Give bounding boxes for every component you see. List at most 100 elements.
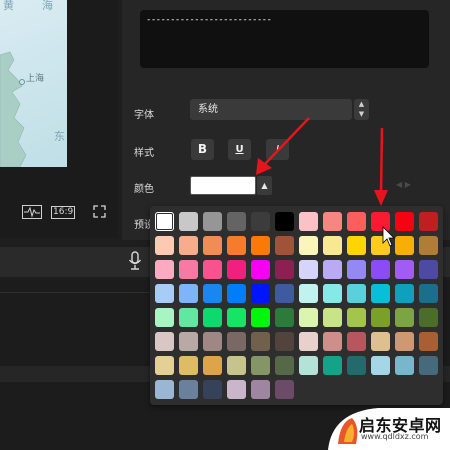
color-swatch[interactable] <box>227 380 246 399</box>
color-swatch[interactable] <box>395 212 414 231</box>
color-swatch[interactable] <box>419 284 438 303</box>
color-swatch[interactable] <box>371 308 390 327</box>
color-swatch[interactable] <box>203 212 222 231</box>
color-swatch[interactable] <box>155 260 174 279</box>
color-swatch[interactable] <box>395 308 414 327</box>
color-swatch[interactable] <box>179 380 198 399</box>
color-swatch[interactable] <box>179 260 198 279</box>
color-swatch[interactable] <box>299 284 318 303</box>
color-swatch[interactable] <box>323 332 342 351</box>
color-swatch[interactable] <box>395 260 414 279</box>
color-swatch[interactable] <box>179 236 198 255</box>
color-swatch[interactable] <box>395 284 414 303</box>
color-swatch[interactable] <box>419 308 438 327</box>
color-swatch[interactable] <box>395 356 414 375</box>
color-swatch[interactable] <box>347 308 366 327</box>
color-swatch[interactable] <box>347 236 366 255</box>
color-swatch[interactable] <box>275 308 294 327</box>
color-swatch[interactable] <box>347 212 366 231</box>
color-swatch[interactable] <box>347 260 366 279</box>
color-swatch[interactable] <box>179 332 198 351</box>
color-swatch[interactable] <box>275 212 294 231</box>
color-swatch[interactable] <box>275 260 294 279</box>
color-swatch[interactable] <box>155 332 174 351</box>
color-swatch[interactable] <box>203 308 222 327</box>
color-swatch[interactable] <box>347 356 366 375</box>
color-swatch[interactable] <box>203 380 222 399</box>
color-swatch[interactable] <box>323 260 342 279</box>
color-swatch[interactable] <box>347 332 366 351</box>
color-swatch[interactable] <box>203 260 222 279</box>
color-swatch[interactable] <box>227 308 246 327</box>
chevron-up-icon[interactable]: ▲ <box>257 176 272 195</box>
color-swatch[interactable] <box>275 332 294 351</box>
color-swatch[interactable] <box>419 332 438 351</box>
color-swatch[interactable] <box>251 260 270 279</box>
color-swatch[interactable] <box>371 356 390 375</box>
color-swatch[interactable] <box>179 284 198 303</box>
color-swatch[interactable] <box>419 212 438 231</box>
color-swatch[interactable] <box>419 356 438 375</box>
color-swatch[interactable] <box>227 332 246 351</box>
color-swatch[interactable] <box>227 212 246 231</box>
color-swatch[interactable] <box>227 260 246 279</box>
color-swatch[interactable] <box>251 356 270 375</box>
bold-button[interactable]: B <box>191 139 214 160</box>
italic-button[interactable]: I <box>266 139 289 160</box>
color-swatch[interactable] <box>323 236 342 255</box>
color-swatch[interactable] <box>155 308 174 327</box>
color-swatch[interactable] <box>371 236 390 255</box>
color-swatch[interactable] <box>419 260 438 279</box>
color-swatch[interactable] <box>203 356 222 375</box>
color-swatch[interactable] <box>251 284 270 303</box>
color-swatch[interactable] <box>323 284 342 303</box>
color-swatch[interactable] <box>395 236 414 255</box>
color-swatch[interactable] <box>155 284 174 303</box>
microphone-icon[interactable] <box>128 251 142 271</box>
color-swatch[interactable] <box>155 356 174 375</box>
chevron-down-icon[interactable]: ▼ <box>354 109 369 119</box>
color-swatch[interactable] <box>155 236 174 255</box>
color-swatch[interactable] <box>251 380 270 399</box>
color-swatch[interactable] <box>299 332 318 351</box>
chevron-up-icon[interactable]: ▲ <box>354 99 369 109</box>
color-swatch[interactable] <box>371 332 390 351</box>
color-swatch[interactable] <box>275 284 294 303</box>
color-swatch[interactable] <box>299 212 318 231</box>
waveform-icon[interactable] <box>22 205 42 219</box>
color-swatch[interactable] <box>323 356 342 375</box>
color-swatch[interactable] <box>251 308 270 327</box>
aspect-ratio-button[interactable]: 16:9 <box>51 206 76 219</box>
color-swatch[interactable] <box>371 284 390 303</box>
color-swatch[interactable] <box>395 332 414 351</box>
font-select[interactable]: 系统 <box>190 99 352 120</box>
color-swatch[interactable] <box>251 212 270 231</box>
color-swatch[interactable] <box>179 308 198 327</box>
color-swatch[interactable] <box>299 260 318 279</box>
color-swatch[interactable] <box>323 308 342 327</box>
underline-button[interactable]: U <box>228 139 251 160</box>
color-swatch[interactable] <box>371 260 390 279</box>
color-swatch[interactable] <box>275 356 294 375</box>
color-swatch[interactable] <box>251 332 270 351</box>
color-swatch[interactable] <box>419 236 438 255</box>
color-swatch[interactable] <box>299 356 318 375</box>
color-swatch[interactable] <box>299 308 318 327</box>
color-swatch[interactable] <box>203 284 222 303</box>
color-swatch[interactable] <box>179 356 198 375</box>
color-swatch[interactable] <box>155 212 174 231</box>
color-swatch[interactable] <box>347 284 366 303</box>
color-swatch[interactable] <box>203 236 222 255</box>
text-preview-box[interactable]: -------------------------- <box>140 10 429 68</box>
color-swatch[interactable] <box>179 212 198 231</box>
color-swatch[interactable] <box>155 380 174 399</box>
color-swatch-button[interactable] <box>190 176 256 195</box>
color-swatch[interactable] <box>203 332 222 351</box>
color-swatch[interactable] <box>275 236 294 255</box>
color-swatch[interactable] <box>299 236 318 255</box>
color-swatch[interactable] <box>227 236 246 255</box>
color-swatch[interactable] <box>227 356 246 375</box>
color-swatch[interactable] <box>323 212 342 231</box>
font-stepper[interactable]: ▲ ▼ <box>354 99 369 120</box>
color-swatch[interactable] <box>275 380 294 399</box>
